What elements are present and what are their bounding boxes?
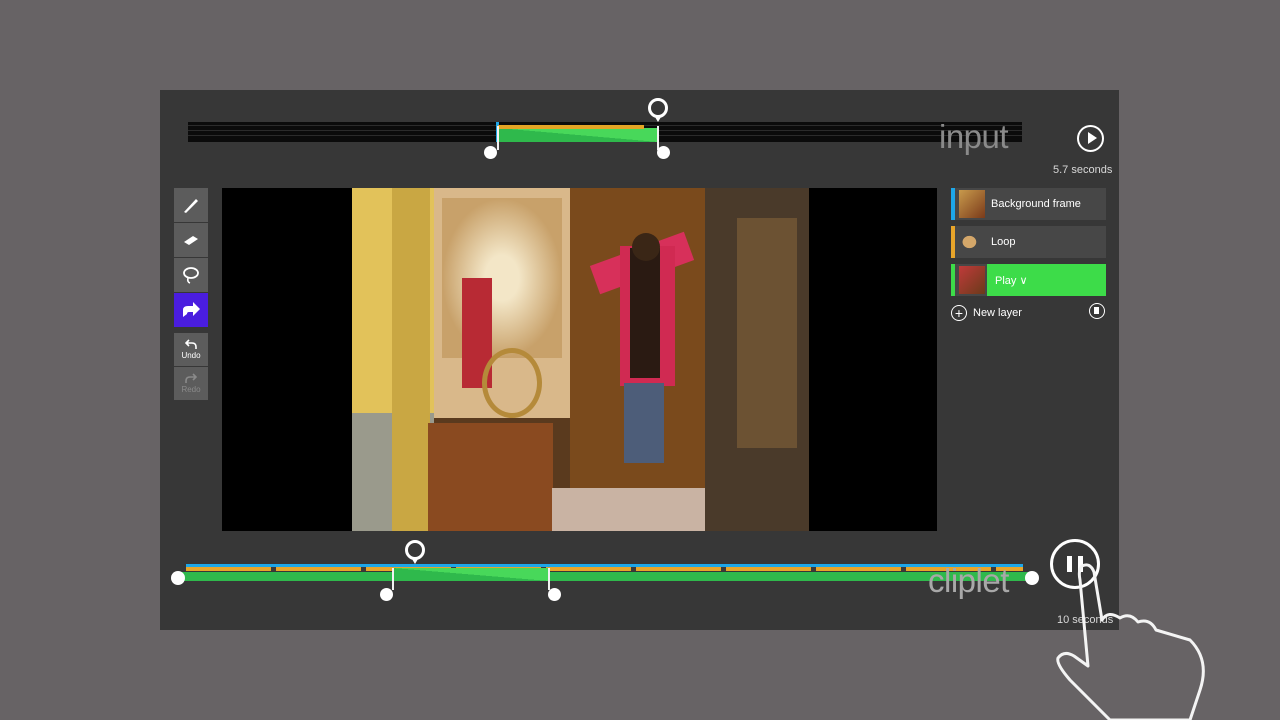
plus-circle-icon: + — [951, 305, 967, 321]
layer-color-tag — [951, 264, 955, 296]
input-range-start-handle[interactable] — [484, 146, 497, 159]
redo-button[interactable]: Redo — [174, 367, 208, 400]
input-range-start-stem — [497, 126, 499, 150]
cliplet-range-end-handle[interactable] — [548, 588, 561, 601]
cliplets-app-window: input 5.7 seconds Undo Redo Background f… — [160, 90, 1119, 630]
layers-panel: Background frame Loop Play ∨ + New layer — [951, 188, 1106, 324]
new-layer-button[interactable]: + New layer — [951, 302, 1106, 324]
input-range-end-handle[interactable] — [657, 146, 670, 159]
arrow-fill-icon — [183, 302, 200, 317]
input-timeline-label: input — [939, 118, 1009, 155]
video-canvas[interactable] — [222, 188, 937, 531]
delete-layer-icon[interactable] — [1089, 303, 1105, 319]
redo-icon — [185, 373, 197, 383]
undo-icon — [185, 339, 197, 349]
layer-label: Background frame — [991, 198, 1081, 210]
play-input-button[interactable] — [1077, 125, 1104, 152]
fill-tool[interactable] — [174, 293, 208, 327]
undo-label: Undo — [181, 351, 201, 360]
input-loop-range — [498, 125, 644, 129]
redo-label: Redo — [181, 385, 201, 394]
cliplet-range-end-stem — [548, 568, 550, 590]
input-duration: 5.7 seconds — [1053, 164, 1113, 176]
cliplet-end-handle[interactable] — [1025, 571, 1039, 585]
eraser-tool[interactable] — [174, 223, 208, 257]
layer-thumbnail — [959, 190, 985, 218]
layer-color-tag — [951, 226, 955, 258]
undo-button[interactable]: Undo — [174, 333, 208, 366]
touch-hand-icon — [1056, 563, 1205, 720]
layer-label: Loop — [991, 236, 1016, 248]
tool-palette: Undo Redo — [174, 188, 208, 401]
cliplet-range-start-stem — [392, 568, 394, 590]
video-frame-image — [352, 188, 809, 531]
cliplet-selected-range — [393, 568, 549, 581]
cliplet-range-start-handle[interactable] — [380, 588, 393, 601]
brush-icon — [184, 199, 198, 213]
cliplet-play-track[interactable] — [180, 572, 1032, 581]
lasso-icon — [183, 267, 199, 284]
new-layer-label: New layer — [973, 307, 1022, 319]
cliplet-timeline-label: cliplet — [928, 562, 1009, 599]
layer-background-frame[interactable]: Background frame — [951, 188, 1106, 220]
lasso-tool[interactable] — [174, 258, 208, 292]
layer-thumbnail — [959, 228, 985, 256]
cliplet-playhead-pin[interactable] — [405, 540, 425, 564]
layer-color-tag — [951, 188, 955, 220]
brush-tool[interactable] — [174, 188, 208, 222]
layer-play[interactable]: Play ∨ — [951, 264, 1106, 296]
input-play-range — [498, 128, 658, 142]
layer-loop[interactable]: Loop — [951, 226, 1106, 258]
eraser-icon — [184, 236, 198, 245]
cliplet-loop-track — [186, 567, 1023, 571]
layer-play-mode-dropdown[interactable]: Play ∨ — [987, 264, 1106, 296]
input-playhead-pin[interactable] — [648, 98, 668, 122]
cliplet-start-handle[interactable] — [171, 571, 185, 585]
layer-thumbnail — [959, 266, 985, 294]
layer-label: Play ∨ — [995, 274, 1028, 287]
